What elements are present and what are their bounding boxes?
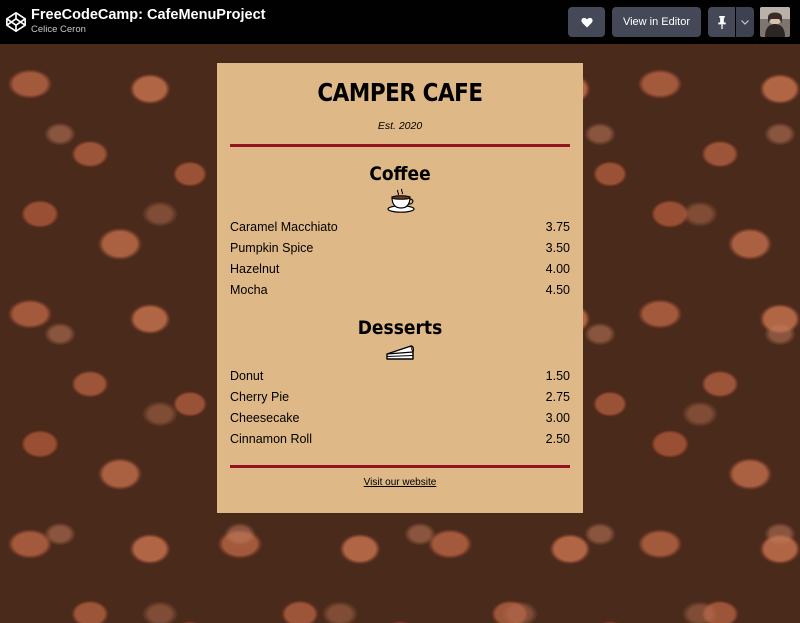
dessert-item: Cherry Pie 2.75 <box>230 390 570 408</box>
pin-dropdown-button[interactable] <box>736 7 754 37</box>
item-name: Pumpkin Spice <box>230 241 314 255</box>
top-bar: FreeCodeCamp: CafeMenuProject Celice Cer… <box>0 0 800 44</box>
coffee-section-heading: Coffee <box>369 163 431 185</box>
pin-icon <box>717 15 726 29</box>
item-price: 4.50 <box>545 283 570 297</box>
top-divider <box>230 144 570 147</box>
avatar[interactable] <box>760 7 790 37</box>
item-name: Cheesecake <box>230 411 300 425</box>
coffee-item: Hazelnut 4.00 <box>230 262 570 280</box>
coffee-item: Caramel Macchiato 3.75 <box>230 220 570 238</box>
bottom-divider <box>230 465 570 468</box>
item-name: Hazelnut <box>230 262 280 276</box>
chevron-down-icon <box>741 19 749 25</box>
dessert-item: Donut 1.50 <box>230 369 570 387</box>
item-name: Cinnamon Roll <box>230 432 312 446</box>
established-text: Est. 2020 <box>377 120 423 132</box>
visit-website-link[interactable]: Visit our website <box>217 477 583 488</box>
item-price: 3.50 <box>545 241 570 255</box>
item-price: 2.50 <box>545 432 570 446</box>
item-price: 1.50 <box>545 369 570 383</box>
view-in-editor-button[interactable]: View in Editor <box>612 7 701 37</box>
pen-title: FreeCodeCamp: CafeMenuProject <box>31 7 266 23</box>
item-price: 3.75 <box>545 220 570 234</box>
menu-card: CAMPER CAFE Est. 2020 Coffee Caramel Mac… <box>217 63 583 513</box>
coffee-item: Mocha 4.50 <box>230 283 570 301</box>
desserts-section-heading: Desserts <box>357 317 443 339</box>
heart-icon <box>580 17 593 27</box>
item-name: Caramel Macchiato <box>230 220 338 234</box>
dessert-item: Cinnamon Roll 2.50 <box>230 432 570 450</box>
item-price: 2.75 <box>545 390 570 404</box>
item-name: Mocha <box>230 283 268 297</box>
item-price: 3.00 <box>545 411 570 425</box>
item-name: Donut <box>230 369 264 383</box>
item-name: Cherry Pie <box>230 390 290 404</box>
coffee-cup-icon <box>387 188 415 213</box>
coffee-item: Pumpkin Spice 3.50 <box>230 241 570 259</box>
item-price: 4.00 <box>545 262 570 276</box>
author-name[interactable]: Celice Ceron <box>31 24 86 35</box>
like-button[interactable] <box>568 7 605 37</box>
dessert-item: Cheesecake 3.00 <box>230 411 570 429</box>
pin-button[interactable] <box>708 7 735 37</box>
cafe-name-heading: CAMPER CAFE <box>317 78 483 107</box>
pie-slice-icon <box>386 345 414 360</box>
codepen-icon[interactable] <box>5 11 27 33</box>
